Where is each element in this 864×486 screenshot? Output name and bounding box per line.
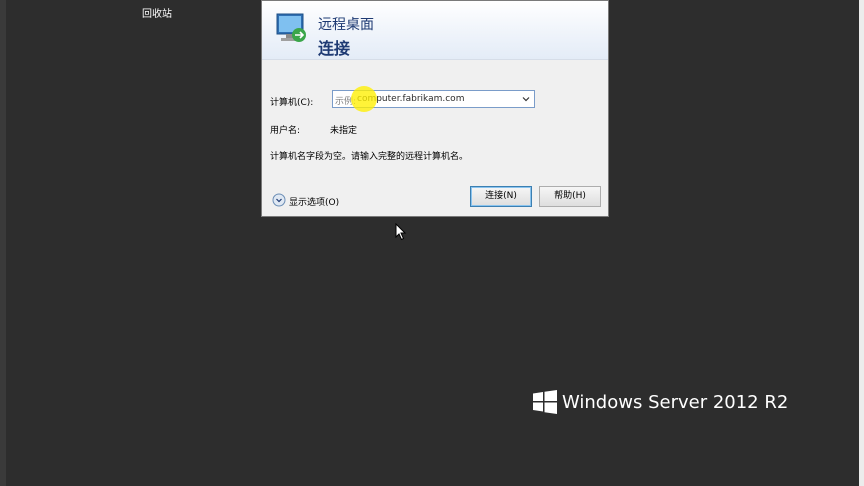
username-value: 未指定 bbox=[330, 126, 358, 136]
right-screen-edge bbox=[859, 0, 864, 486]
dialog-header: 远程桌面 连接 bbox=[262, 1, 608, 60]
windows-logo-icon bbox=[533, 390, 557, 414]
mouse-cursor-icon bbox=[395, 223, 407, 241]
connect-button[interactable]: 连接(N) bbox=[470, 186, 532, 207]
help-button[interactable]: 帮助(H) bbox=[539, 186, 601, 207]
recycle-bin-label: 回收站 bbox=[142, 9, 172, 20]
windows-server-brand-text: Windows Server 2012 R2 bbox=[562, 392, 789, 413]
username-label: 用户名: bbox=[270, 126, 301, 136]
left-screen-edge bbox=[0, 0, 6, 486]
remote-desktop-icon bbox=[276, 13, 306, 42]
expand-options-icon[interactable] bbox=[272, 193, 286, 207]
remote-desktop-dialog: 远程桌面 连接 计算机(C): 示例: computer.fabrikam.co… bbox=[261, 0, 609, 217]
dialog-title: 远程桌面 bbox=[318, 17, 374, 33]
cursor-highlight bbox=[351, 86, 377, 112]
dropdown-arrow-icon[interactable] bbox=[520, 93, 532, 105]
validation-message: 计算机名字段为空。请输入完整的远程计算机名。 bbox=[270, 152, 469, 162]
show-options-link[interactable]: 显示选项(O) bbox=[289, 195, 339, 208]
computer-label: 计算机(C): bbox=[270, 98, 314, 108]
recycle-bin-desktop-icon[interactable]: 回收站 bbox=[70, 0, 172, 22]
dialog-subtitle: 连接 bbox=[318, 39, 351, 58]
